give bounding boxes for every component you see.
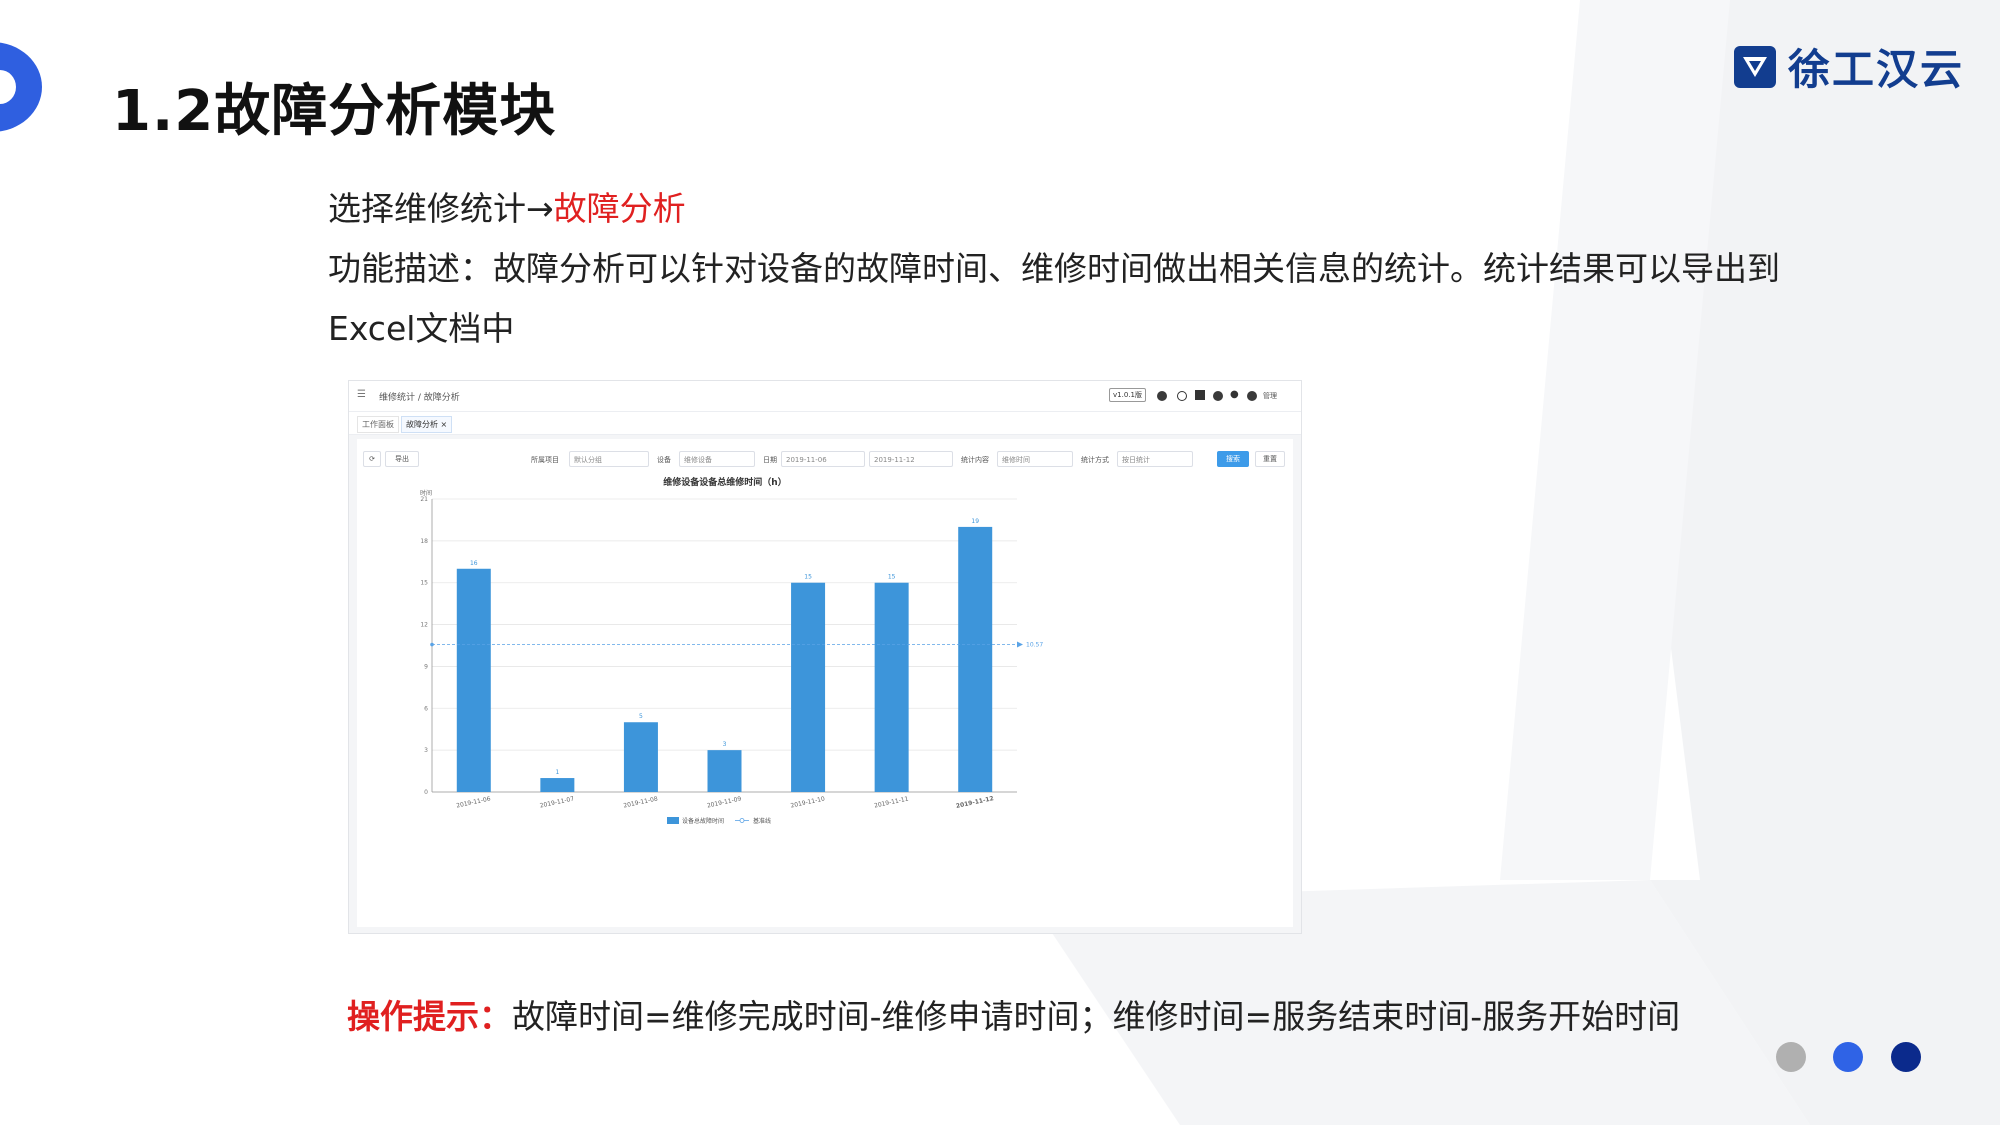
page-dot-1 [1776, 1042, 1806, 1072]
x-tick-label: 2019-11-11 [874, 795, 910, 809]
bar-value-label: 5 [639, 713, 643, 720]
legend-label-baseline: 基准线 [753, 817, 771, 825]
y-tick-label: 12 [420, 622, 428, 629]
description-line-2: Excel文档中 [328, 309, 515, 348]
device-label: 设备 [657, 456, 671, 464]
y-tick-label: 18 [420, 538, 428, 545]
legend-swatch-series [667, 817, 679, 824]
search-button[interactable]: 搜索 [1217, 451, 1249, 467]
bar-value-label: 15 [804, 574, 812, 581]
bar-value-label: 3 [723, 741, 727, 748]
version-badge: v1.0.1版 [1109, 388, 1146, 402]
nav-instruction-prefix: 选择维修统计→ [328, 189, 554, 228]
device-select[interactable]: 维修设备 [679, 451, 755, 467]
date-end-input[interactable]: 2019-11-12 [869, 451, 953, 467]
app-screenshot: ☰ 维修统计 / 故障分析 v1.0.1版 ● 管理 工作面板 故障分析 × ⟳… [348, 380, 1302, 934]
chart-bar [874, 582, 909, 792]
legend-marker-baseline [739, 818, 745, 823]
x-tick-label: 2019-11-06 [456, 795, 492, 809]
project-label: 所属项目 [531, 456, 559, 464]
method-select[interactable]: 按日统计 [1117, 451, 1193, 467]
content-label: 统计内容 [961, 456, 989, 464]
slide-title: 1.2故障分析模块 [112, 79, 557, 144]
x-tick-label: 2019-11-07 [539, 795, 575, 809]
breadcrumb: 维修统计 / 故障分析 [379, 393, 460, 403]
bar-value-label: 1 [555, 769, 559, 776]
chart-bar [623, 722, 658, 792]
refresh-button[interactable]: ⟳ [363, 451, 381, 467]
fullscreen-icon[interactable] [1195, 390, 1205, 400]
x-tick-label: 2019-11-09 [706, 795, 742, 809]
tab-bar: 工作面板 故障分析 × [349, 412, 1301, 435]
company-logo: 徐工汉云 [1732, 36, 1964, 97]
tab-dashboard[interactable]: 工作面板 [357, 416, 399, 433]
y-tick-label: 3 [424, 747, 428, 754]
chart-bar [958, 526, 993, 792]
reset-button[interactable]: 重置 [1255, 451, 1285, 467]
y-tick-label: 0 [424, 789, 428, 796]
bar-value-label: 15 [888, 574, 896, 581]
cloud-icon[interactable] [1177, 391, 1187, 401]
project-select[interactable]: 默认分组 [569, 451, 649, 467]
logo-text: 徐工汉云 [1788, 45, 1965, 94]
content-panel: ⟳ 导出 所属项目 默认分组 设备 维修设备 日期 2019-11-06 201… [357, 439, 1293, 927]
tip-text: 故障时间=维修完成时间-维修申请时间；维修时间=服务结束时间-服务开始时间 [512, 997, 1681, 1036]
chart-bar [707, 750, 742, 792]
chart-title: 维修设备设备总维修时间（h） [663, 476, 786, 488]
y-tick-label: 9 [424, 663, 428, 670]
export-button[interactable]: 导出 [385, 451, 419, 467]
date-start-input[interactable]: 2019-11-06 [781, 451, 865, 467]
baseline-arrow [1017, 641, 1023, 648]
bell-icon[interactable]: ● [1230, 389, 1239, 400]
nav-instruction: 选择维修统计→故障分析 [328, 182, 686, 230]
chart-bar [540, 778, 575, 792]
x-tick-label: 2019-11-10 [790, 795, 826, 809]
app-header: ☰ 维修统计 / 故障分析 v1.0.1版 ● 管理 [349, 381, 1301, 412]
help-icon[interactable] [1213, 391, 1223, 401]
user-name[interactable]: 管理 [1263, 391, 1277, 401]
menu-icon[interactable]: ☰ [357, 389, 366, 400]
y-tick-label: 15 [420, 580, 428, 587]
operation-tip: 操作提示：故障时间=维修完成时间-维修申请时间；维修时间=服务结束时间-服务开始… [347, 990, 1680, 1038]
chart-bar [791, 582, 826, 792]
y-tick-label: 21 [420, 496, 428, 503]
tip-label: 操作提示： [347, 997, 512, 1036]
legend-label-series: 设备总故障时间 [682, 817, 724, 825]
avatar[interactable] [1247, 391, 1257, 401]
date-label: 日期 [763, 456, 777, 464]
baseline-value-label: 10.57 [1026, 642, 1043, 649]
fault-chart: 维修设备设备总维修时间（h）时间036912151821162019-11-06… [420, 476, 1043, 825]
github-icon[interactable] [1157, 391, 1167, 401]
bar-value-label: 16 [470, 560, 478, 567]
tab-fault-analysis[interactable]: 故障分析 × [401, 416, 453, 433]
description-line-1: 功能描述：故障分析可以针对设备的故障时间、维修时间做出相关信息的统计。统计结果可… [328, 249, 1780, 288]
page-dot-2 [1833, 1042, 1863, 1072]
chart-bar [456, 568, 491, 792]
method-label: 统计方式 [1081, 456, 1109, 464]
logo-mark-icon [1734, 45, 1776, 88]
baseline-start-point [430, 642, 434, 647]
export-label: 导出 [395, 455, 409, 463]
y-tick-label: 6 [424, 705, 428, 712]
page-dot-3 [1891, 1042, 1921, 1072]
nav-instruction-highlight: 故障分析 [553, 189, 686, 228]
x-tick-label: 2019-11-12 [955, 795, 994, 810]
x-tick-label: 2019-11-08 [623, 795, 659, 809]
content-select[interactable]: 维修时间 [997, 451, 1073, 467]
bar-value-label: 19 [971, 518, 979, 525]
